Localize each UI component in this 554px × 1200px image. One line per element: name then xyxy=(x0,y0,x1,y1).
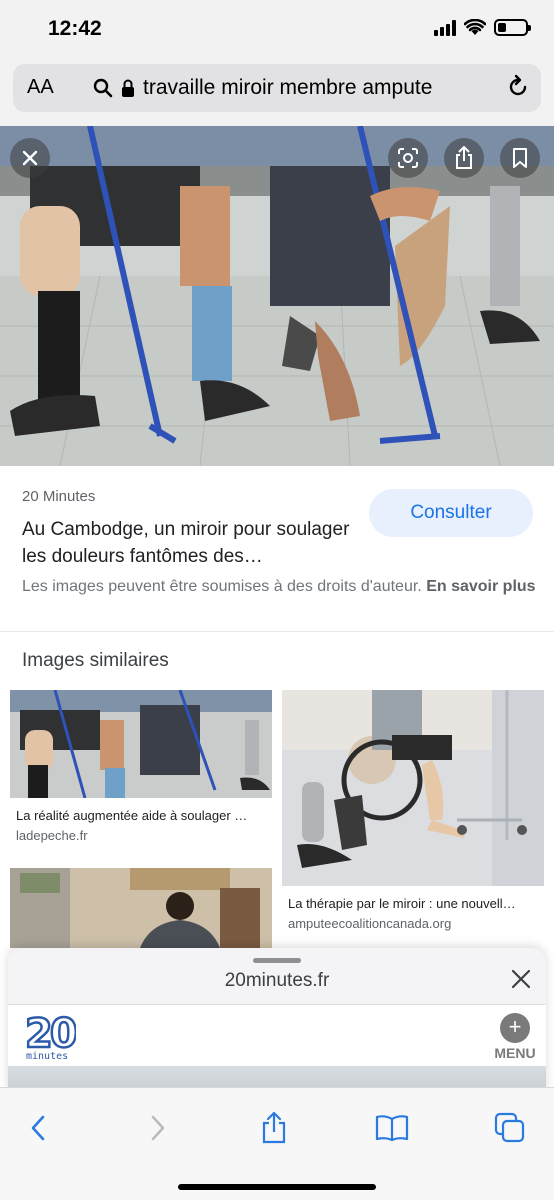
copyright-notice: Les images peuvent être soumises à des d… xyxy=(22,576,537,598)
link-preview-sheet[interactable]: 20minutes.fr 20 minutes + MENU xyxy=(8,948,546,1093)
site-menu-button[interactable]: + MENU xyxy=(492,1013,538,1061)
reload-icon[interactable] xyxy=(505,74,531,100)
similar-image-card[interactable]: La réalité augmentée aide à soulager … l… xyxy=(10,690,272,850)
address-bar[interactable]: AA travaille miroir membre ampute xyxy=(13,64,541,112)
learn-more-link[interactable]: En savoir plus xyxy=(426,578,535,595)
tabs-button[interactable] xyxy=(488,1108,532,1148)
share-button[interactable] xyxy=(252,1108,296,1148)
similar-image-caption: La thérapie par le miroir : une nouvell… xyxy=(288,896,516,911)
tabs-icon xyxy=(494,1112,525,1143)
similar-image-domain: ladepeche.fr xyxy=(16,828,88,843)
url-text: travaille miroir membre ampute xyxy=(143,76,433,99)
bookmark-image-button[interactable] xyxy=(500,138,540,178)
similar-image-thumbnail xyxy=(282,690,544,886)
cellular-signal-icon xyxy=(434,19,456,36)
address-bar-container: AA travaille miroir membre ampute xyxy=(0,60,554,126)
similar-image-thumbnail xyxy=(10,868,272,948)
close-icon[interactable] xyxy=(508,966,534,992)
image-info-panel: 20 Minutes Au Cambodge, un miroir pour s… xyxy=(0,466,554,632)
share-icon xyxy=(456,146,472,169)
similar-image-card[interactable]: La thérapie par le miroir : une nouvell…… xyxy=(282,690,544,938)
close-image-button[interactable] xyxy=(10,138,50,178)
sheet-domain: 20minutes.fr xyxy=(224,970,330,991)
forward-button[interactable] xyxy=(136,1108,180,1148)
url-area[interactable]: travaille miroir membre ampute xyxy=(93,76,432,100)
book-icon xyxy=(375,1115,409,1142)
twenty-minutes-logo: 20 minutes xyxy=(24,1010,80,1062)
browser-toolbar xyxy=(0,1087,554,1200)
search-icon xyxy=(93,78,113,98)
wifi-icon xyxy=(464,19,486,35)
copyright-text: Les images peuvent être soumises à des d… xyxy=(22,578,422,595)
hero-image[interactable] xyxy=(0,126,554,466)
similar-image-card[interactable] xyxy=(10,868,272,948)
lock-icon xyxy=(122,79,134,97)
consult-button[interactable]: Consulter xyxy=(369,489,533,537)
status-bar: 12:42 xyxy=(0,0,554,60)
bookmark-icon xyxy=(513,148,527,168)
share-icon xyxy=(262,1111,286,1144)
site-header-preview: 20 minutes + MENU xyxy=(8,1004,546,1066)
battery-icon xyxy=(494,19,531,36)
hero-photo xyxy=(0,126,554,466)
back-button[interactable] xyxy=(16,1108,60,1148)
menu-label: MENU xyxy=(494,1045,536,1061)
chevron-right-icon xyxy=(151,1115,165,1141)
svg-text:minutes: minutes xyxy=(26,1051,68,1062)
site-logo[interactable]: 20 minutes xyxy=(24,1009,80,1068)
lens-button[interactable] xyxy=(388,138,428,178)
lens-icon xyxy=(398,148,418,168)
status-time: 12:42 xyxy=(48,17,102,40)
bookmarks-button[interactable] xyxy=(370,1108,414,1148)
result-title[interactable]: Au Cambodge, un miroir pour soulager les… xyxy=(22,516,362,570)
chevron-left-icon xyxy=(31,1115,45,1141)
similar-image-domain: amputeecoalitioncanada.org xyxy=(288,916,452,931)
similar-images-heading: Images similaires xyxy=(22,650,169,671)
similar-image-thumbnail xyxy=(10,690,272,798)
plus-icon: + xyxy=(500,1013,530,1043)
home-indicator[interactable] xyxy=(178,1184,376,1190)
reader-settings-button[interactable]: AA xyxy=(27,76,54,99)
sheet-grabber[interactable] xyxy=(253,958,301,963)
similar-image-caption: La réalité augmentée aide à soulager … xyxy=(16,808,248,823)
share-image-button[interactable] xyxy=(444,138,484,178)
status-icons xyxy=(434,19,531,36)
close-icon xyxy=(22,150,38,166)
result-source: 20 Minutes xyxy=(22,488,96,505)
